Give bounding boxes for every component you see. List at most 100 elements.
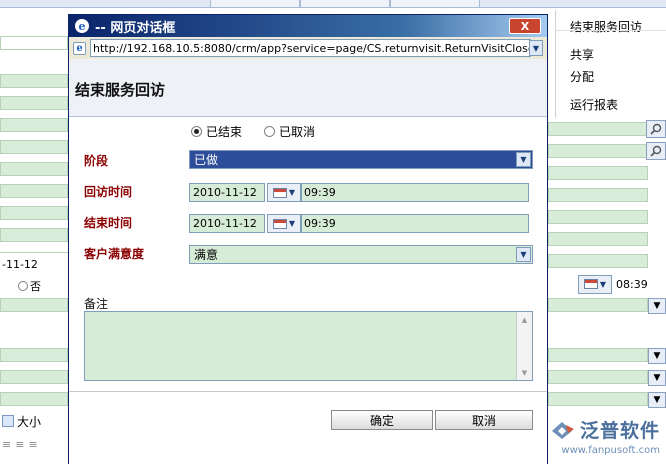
close-button[interactable]: X xyxy=(509,18,541,34)
stage-select[interactable]: 已做 ▼ xyxy=(189,150,533,169)
search-icon[interactable] xyxy=(646,120,666,138)
search-icon[interactable] xyxy=(646,142,666,160)
background-row xyxy=(0,392,68,406)
menu-item-assign[interactable]: 分配 xyxy=(570,68,594,85)
stage-value: 已做 xyxy=(194,153,219,167)
background-time-value: 08:39 xyxy=(616,277,648,291)
background-time-field[interactable]: ▼ 08:39 xyxy=(578,274,648,294)
note-textarea[interactable]: ▲ ▼ xyxy=(84,311,533,381)
satisfaction-value: 满意 xyxy=(194,248,219,262)
visit-time-picker: 2010-11-12 ▼ 09:39 xyxy=(189,183,529,202)
visit-time-input[interactable]: 09:39 xyxy=(301,183,529,202)
note-scrollbar[interactable]: ▲ ▼ xyxy=(516,312,532,380)
satisfaction-label: 客户满意度 xyxy=(84,247,145,261)
note-label: 备注 xyxy=(84,297,109,311)
background-row xyxy=(0,348,68,362)
align-center-icon[interactable]: ≡ xyxy=(15,438,24,452)
visit-time-label: 回访时间 xyxy=(84,185,133,199)
calendar-icon[interactable]: ▼ xyxy=(267,183,301,202)
background-tab[interactable] xyxy=(300,0,390,8)
visit-date-input[interactable]: 2010-11-12 xyxy=(189,183,265,202)
radio-finished[interactable]: 已结束 xyxy=(191,123,242,140)
background-tab[interactable] xyxy=(210,0,300,8)
address-text: http://192.168.10.5:8080/crm/app?service… xyxy=(93,41,531,55)
background-row xyxy=(0,36,68,50)
address-field[interactable]: http://192.168.10.5:8080/crm/app?service… xyxy=(90,39,531,57)
end-time-picker: 2010-11-12 ▼ 09:39 xyxy=(189,214,529,233)
chevron-down-icon[interactable]: ▼ xyxy=(516,247,531,262)
logo-url: www.fanpusoft.com xyxy=(561,445,660,456)
page-icon: e xyxy=(73,41,86,55)
end-time-input[interactable]: 09:39 xyxy=(301,214,529,233)
background-row xyxy=(0,162,68,176)
background-row xyxy=(548,188,648,202)
radio-cancelled[interactable]: 已取消 xyxy=(264,123,315,140)
background-action-menu: 结束服务回访 共享 分配 运行报表 xyxy=(555,10,666,118)
background-row xyxy=(548,348,648,362)
background-date: -11-12 xyxy=(2,258,38,271)
radio-unselected-icon xyxy=(264,126,276,137)
align-left-icon[interactable]: ≡ xyxy=(2,438,11,452)
chevron-down-icon[interactable]: ▼ xyxy=(648,298,666,314)
web-page-dialog: e -- 网页对话框 X e http://192.168.10.5:8080/… xyxy=(68,14,548,464)
background-editor-toolbar: 大小 xyxy=(0,410,68,432)
address-bar: e http://192.168.10.5:8080/crm/app?servi… xyxy=(69,37,547,59)
background-radio-label: 否 xyxy=(30,280,41,293)
chevron-down-icon[interactable]: ▼ xyxy=(648,348,666,364)
background-row xyxy=(0,298,68,312)
browser-icon: e xyxy=(75,19,89,33)
cancel-button[interactable]: 取消 xyxy=(435,410,533,430)
background-row xyxy=(548,166,648,180)
scroll-up-icon[interactable]: ▲ xyxy=(519,314,530,325)
status-radio-group: 已结束 已取消 xyxy=(191,123,315,140)
background-align-icons: ≡ ≡ ≡ xyxy=(0,438,68,452)
font-size-label[interactable]: 大小 xyxy=(17,413,41,430)
dialog-button-bar: 确定 取消 xyxy=(69,391,547,464)
background-row xyxy=(548,370,648,384)
menu-item-end-visit[interactable]: 结束服务回访 xyxy=(570,18,642,35)
menu-item-share[interactable]: 共享 xyxy=(570,46,594,63)
dialog-title-bar[interactable]: e -- 网页对话框 X xyxy=(69,15,547,37)
background-row xyxy=(548,122,648,136)
background-divider xyxy=(0,252,68,253)
menu-separator xyxy=(555,30,666,31)
radio-selected-icon xyxy=(191,126,202,137)
dialog-title-text: -- 网页对话框 xyxy=(95,20,176,36)
chevron-down-icon[interactable]: ▼ xyxy=(648,392,666,408)
scroll-down-icon[interactable]: ▼ xyxy=(519,367,530,378)
background-radio-no[interactable]: 否 xyxy=(18,278,41,294)
background-row xyxy=(0,74,68,88)
background-row xyxy=(0,96,68,110)
satisfaction-select[interactable]: 满意 ▼ xyxy=(189,245,533,264)
chevron-down-icon[interactable]: ▼ xyxy=(529,40,543,56)
end-date-input[interactable]: 2010-11-12 xyxy=(189,214,265,233)
background-tab[interactable] xyxy=(390,0,480,8)
background-row xyxy=(0,370,68,384)
background-row xyxy=(548,232,648,246)
background-row xyxy=(548,392,648,406)
radio-circle-icon xyxy=(18,281,28,291)
chevron-down-icon[interactable]: ▼ xyxy=(516,152,531,167)
dialog-body: 结束服务回访 已结束 已取消 阶段 已做 ▼ 回访时间 2010-11-12 ▼… xyxy=(69,59,547,464)
format-icon[interactable] xyxy=(2,415,14,427)
stage-label: 阶段 xyxy=(84,154,109,168)
calendar-icon[interactable]: ▼ xyxy=(578,274,612,294)
align-right-icon[interactable]: ≡ xyxy=(28,438,37,452)
background-row xyxy=(548,210,648,224)
confirm-button[interactable]: 确定 xyxy=(331,410,433,430)
background-row xyxy=(0,118,68,132)
logo-name: 泛普软件 xyxy=(579,420,660,442)
radio-finished-label: 已结束 xyxy=(206,125,243,139)
background-row xyxy=(0,228,68,242)
dialog-header: 结束服务回访 xyxy=(69,59,547,117)
background-row xyxy=(548,254,648,268)
fanpu-logo: 泛普软件 www.fanpusoft.com xyxy=(540,416,666,464)
background-row xyxy=(548,298,648,312)
radio-cancelled-label: 已取消 xyxy=(279,125,316,139)
background-row xyxy=(0,140,68,154)
calendar-icon[interactable]: ▼ xyxy=(267,214,301,233)
chevron-down-icon[interactable]: ▼ xyxy=(648,370,666,386)
background-row xyxy=(548,144,648,158)
fanpu-logo-icon xyxy=(551,421,574,439)
menu-item-run-report[interactable]: 运行报表 xyxy=(570,96,618,113)
